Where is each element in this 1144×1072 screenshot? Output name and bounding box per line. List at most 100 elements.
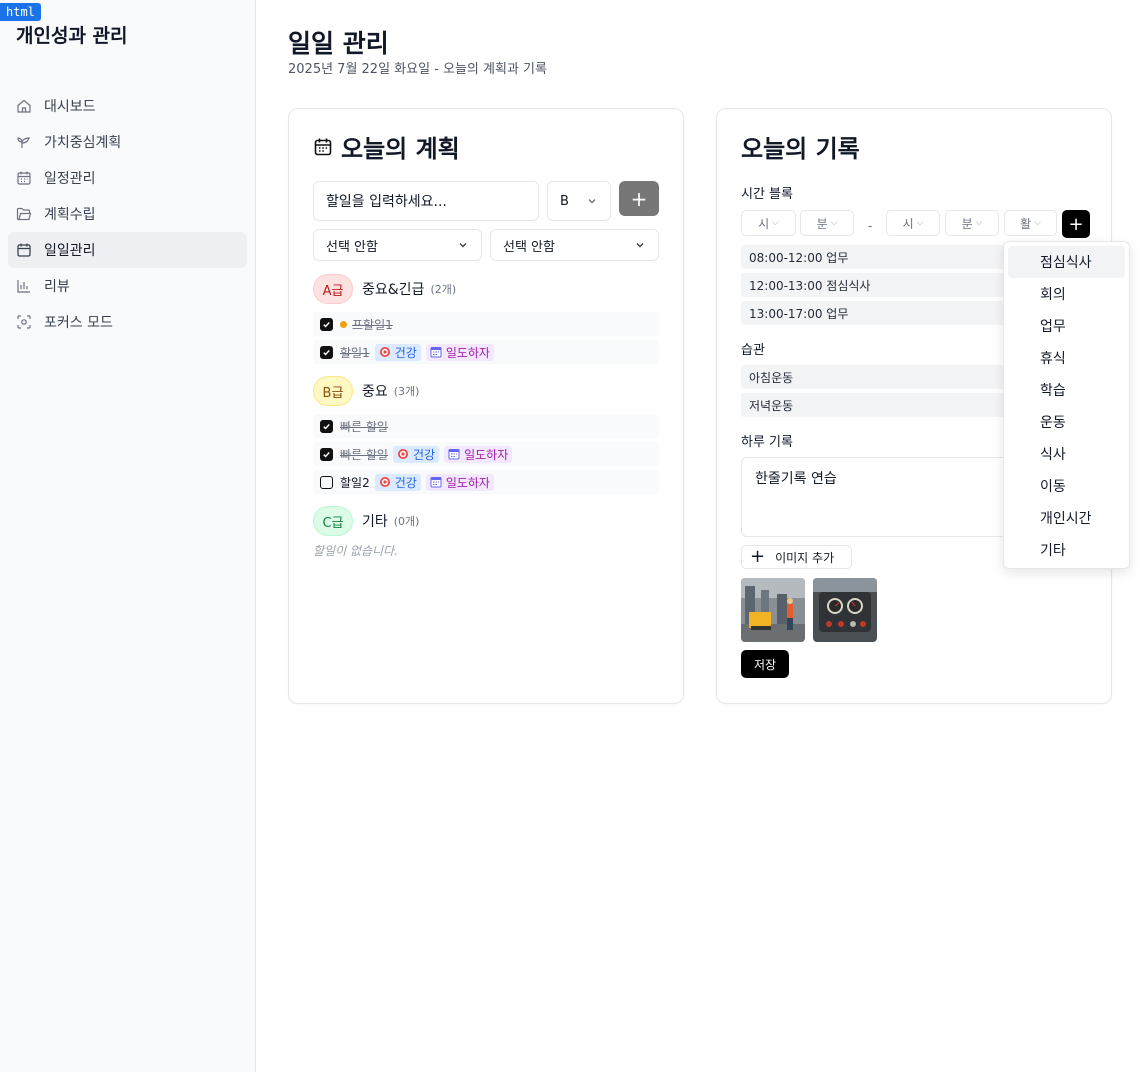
- chevron-down-icon: [588, 199, 596, 204]
- dropdown-option[interactable]: 개인시간: [1008, 502, 1125, 534]
- add-time-block-button[interactable]: +: [1062, 210, 1090, 238]
- save-button[interactable]: 저장: [741, 650, 789, 678]
- group-header: A급 중요&긴급 (2개): [313, 274, 659, 304]
- image-thumbnail[interactable]: [741, 578, 805, 642]
- grade-select[interactable]: B: [547, 181, 611, 221]
- add-todo-button[interactable]: +: [619, 181, 659, 216]
- memo-label: 하루 기록: [741, 435, 793, 450]
- dropdown-option[interactable]: 휴식: [1008, 342, 1125, 374]
- chevron-down-icon: ⌵: [975, 218, 983, 228]
- sidebar-item-review[interactable]: 리뷰: [8, 268, 247, 304]
- calendar-icon: [430, 347, 442, 358]
- start-minute-select[interactable]: 분 ⌵: [800, 210, 854, 236]
- tag-value: 건강: [374, 343, 421, 361]
- sidebar-item-focus[interactable]: 포커스 모드: [8, 304, 247, 340]
- add-image-label: 이미지 추가: [775, 550, 835, 565]
- dropdown-option[interactable]: 식사: [1008, 438, 1125, 470]
- value-select[interactable]: 선택 안함: [313, 229, 482, 261]
- sidebar-item-schedule[interactable]: 일정관리: [8, 160, 247, 196]
- target-icon: [379, 347, 390, 357]
- dropdown-option[interactable]: 운동: [1008, 406, 1125, 438]
- task-group-a: A급 중요&긴급 (2개) 프할일1 할일1 건강 일도하자: [313, 274, 659, 364]
- dropdown-option[interactable]: 점심식사: [1008, 246, 1125, 278]
- today-plan-card: 오늘의 계획 할일을 입력하세요... B + 선택 안함 선택 안함 A급 중…: [288, 108, 684, 704]
- activity-select[interactable]: 활 ⌵: [1004, 210, 1057, 236]
- sidebar-nav: 대시보드 가치중심계획 일정관리 계획수립 일일관리 리뷰 포커스 모드: [8, 88, 247, 340]
- end-hour-value: 시: [902, 216, 914, 231]
- empty-message: 할일이 없습니다.: [313, 544, 398, 558]
- record-card-title: 오늘의 기록: [741, 135, 860, 163]
- plus-icon: +: [750, 546, 766, 567]
- task-item[interactable]: 빠른 할일 건강 일도하자: [313, 442, 659, 466]
- task-checkbox[interactable]: [320, 475, 333, 489]
- app-title: 개인성과 관리: [16, 25, 128, 47]
- check-icon: [323, 451, 330, 458]
- sprout-icon: [16, 134, 32, 150]
- group-count: (2개): [430, 283, 457, 296]
- end-hour-select[interactable]: 시 ⌵: [886, 210, 940, 236]
- calendar-icon: [430, 477, 442, 488]
- activity-dropdown: 점심식사 회의 업무 휴식 학습 운동 식사 이동 개인시간 기타: [1003, 241, 1130, 569]
- project-select-text: 선택 안함: [503, 239, 555, 255]
- add-image-button[interactable]: + 이미지 추가: [741, 545, 852, 569]
- chevron-down-icon: [636, 243, 644, 248]
- target-icon: [379, 477, 390, 487]
- dropdown-option[interactable]: 학습: [1008, 374, 1125, 406]
- tag-label: 일도하자: [445, 345, 490, 360]
- start-hour-select[interactable]: 시 ⌵: [741, 210, 796, 236]
- page-title: 일일 관리: [288, 29, 389, 58]
- bar-chart-icon: [16, 278, 32, 294]
- task-item[interactable]: 할일1 건강 일도하자: [313, 340, 659, 364]
- check-icon: [323, 423, 330, 430]
- todo-input[interactable]: 할일을 입력하세요...: [313, 181, 539, 221]
- sidebar-item-dashboard[interactable]: 대시보드: [8, 88, 247, 124]
- group-name: 중요: [362, 384, 388, 400]
- task-item[interactable]: 프할일1: [313, 312, 659, 336]
- project-select[interactable]: 선택 안함: [490, 229, 659, 261]
- sidebar-item-planning[interactable]: 계획수립: [8, 196, 247, 232]
- tag-label: 건강: [394, 475, 417, 490]
- chevron-down-icon: ⌵: [772, 218, 779, 228]
- task-checkbox[interactable]: [320, 317, 333, 331]
- task-text: 할일1: [340, 345, 370, 360]
- tag-project: 일도하자: [425, 343, 494, 361]
- calendar-grid-icon: [16, 170, 32, 186]
- target-icon: [397, 449, 408, 459]
- dropdown-option[interactable]: 기타: [1008, 534, 1125, 566]
- sidebar-item-value-plan[interactable]: 가치중심계획: [8, 124, 247, 160]
- task-checkbox[interactable]: [320, 447, 333, 461]
- task-checkbox[interactable]: [320, 419, 333, 433]
- task-text: 빠른 할일: [340, 419, 388, 434]
- end-minute-select[interactable]: 분 ⌵: [945, 210, 999, 236]
- calendar-icon: [448, 449, 460, 460]
- tag-label: 일도하자: [445, 475, 490, 490]
- html-badge: html: [0, 3, 41, 21]
- grade-badge-a: A급: [313, 274, 353, 304]
- sidebar-item-label: 대시보드: [44, 99, 96, 115]
- task-item[interactable]: 할일2 건강 일도하자: [313, 470, 659, 494]
- value-select-text: 선택 안함: [326, 239, 378, 255]
- dropdown-option[interactable]: 회의: [1008, 278, 1125, 310]
- folder-icon: [16, 206, 32, 222]
- task-item[interactable]: 빠른 할일: [313, 414, 659, 438]
- activity-value: 활: [1020, 216, 1032, 231]
- task-checkbox[interactable]: [320, 345, 333, 359]
- grade-badge-c: C급: [313, 506, 353, 536]
- sidebar-item-label: 포커스 모드: [44, 315, 113, 331]
- chevron-down-icon: ⌵: [916, 218, 924, 228]
- grade-badge-b: B급: [313, 376, 353, 406]
- home-icon: [16, 98, 32, 114]
- image-thumbnail[interactable]: [813, 578, 877, 642]
- task-group-c: C급 기타 (0개) 할일이 없습니다.: [313, 506, 659, 559]
- plan-title-text: 오늘의 계획: [341, 135, 460, 163]
- end-minute-value: 분: [961, 216, 973, 231]
- dropdown-option[interactable]: 업무: [1008, 310, 1125, 342]
- sidebar-item-daily[interactable]: 일일관리: [8, 232, 247, 268]
- tag-value: 건강: [374, 473, 421, 491]
- task-text: 빠른 할일: [340, 447, 388, 462]
- sidebar-item-label: 계획수립: [44, 207, 96, 223]
- dropdown-option[interactable]: 이동: [1008, 470, 1125, 502]
- task-text: 할일2: [340, 475, 370, 490]
- sidebar: 개인성과 관리 대시보드 가치중심계획 일정관리 계획수립 일일관리 리뷰 포커…: [0, 0, 256, 1072]
- group-count: (0개): [393, 515, 420, 528]
